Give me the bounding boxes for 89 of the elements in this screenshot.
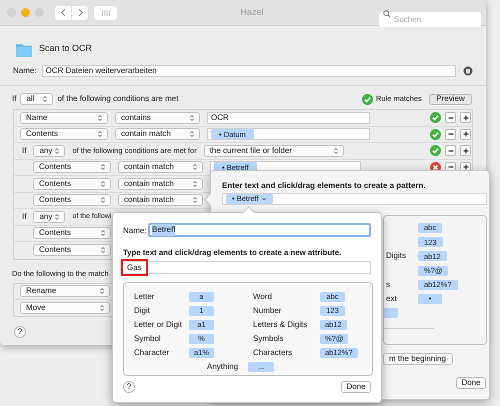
popup-button[interactable]: Move <box>20 302 110 314</box>
done-button[interactable]: Done <box>456 377 486 389</box>
popup-button[interactable]: Name <box>20 112 108 124</box>
element-label: Word <box>253 291 272 303</box>
remove-button[interactable] <box>445 128 456 140</box>
popup-button[interactable]: Contents <box>33 194 111 206</box>
condition-label: If <box>22 144 26 157</box>
remove-button[interactable] <box>445 112 456 124</box>
updown-icon <box>99 196 107 204</box>
action-menu-icon <box>463 66 473 76</box>
popup-button[interactable]: Contents <box>33 161 111 174</box>
element-label: s <box>386 278 390 291</box>
window-title: Hazel <box>239 6 264 19</box>
updown-icon <box>188 114 196 122</box>
updown-icon <box>188 130 196 138</box>
popup-button[interactable]: Contents <box>33 227 111 240</box>
element-label: Letter or Digit <box>134 319 182 331</box>
updown-icon <box>99 163 107 172</box>
element-label: Characters <box>253 347 292 359</box>
updown-icon <box>41 95 50 103</box>
element-label: Character <box>134 347 170 359</box>
popup-button[interactable]: contains <box>115 112 200 124</box>
help-button[interactable]: ? <box>14 326 26 338</box>
updown-icon <box>99 180 107 188</box>
check-icon <box>362 94 373 104</box>
updown-icon <box>98 304 106 312</box>
popup-button[interactable]: Contents <box>33 244 111 256</box>
updown-icon <box>99 246 107 254</box>
pattern-field[interactable]: Gas <box>120 261 371 274</box>
forward-button[interactable] <box>72 6 88 20</box>
element-label: Number <box>253 305 282 317</box>
popup-button[interactable]: m the beginning <box>383 353 453 365</box>
remove-button[interactable] <box>445 145 456 156</box>
popup-button[interactable]: Contents <box>33 178 111 190</box>
element-label: Letters & Digits <box>253 319 308 331</box>
search-field[interactable]: Suchen <box>379 12 481 27</box>
name-field[interactable]: Betreff <box>148 223 371 237</box>
updown-icon <box>332 146 340 155</box>
plus-icon <box>462 146 470 155</box>
updown-icon <box>53 146 62 155</box>
updown-icon <box>96 114 104 122</box>
element-label: Symbols <box>253 333 284 345</box>
search-icon <box>383 10 391 18</box>
updown-icon <box>96 130 104 138</box>
element-label: ext <box>386 293 397 306</box>
name-field[interactable]: OCR Dateien weiterverarbeiten <box>42 64 456 76</box>
popup-button[interactable]: contain match <box>118 194 203 206</box>
updown-icon <box>191 196 199 204</box>
plus-icon <box>462 163 470 172</box>
updown-icon <box>53 212 62 221</box>
add-button[interactable] <box>460 112 471 124</box>
condition-label: If <box>12 93 16 105</box>
updown-icon <box>98 287 106 296</box>
back-button[interactable] <box>55 6 71 20</box>
popup-button[interactable]: any <box>33 210 66 223</box>
popup-button[interactable]: contain match <box>118 161 203 174</box>
condition-label: If <box>22 210 26 223</box>
popup-button[interactable]: Rename <box>20 285 110 298</box>
element-label: Letter <box>134 291 154 303</box>
folder-icon <box>14 41 34 57</box>
updown-icon <box>191 163 199 172</box>
folder-name: Scan to OCR <box>39 42 92 56</box>
preview-button[interactable]: Preview <box>429 94 472 104</box>
popup-button[interactable]: contain match <box>115 128 200 140</box>
done-button[interactable]: Done <box>341 381 371 393</box>
popup-button[interactable]: the current file or folder <box>204 144 344 157</box>
updown-icon <box>191 180 199 188</box>
add-button[interactable] <box>460 145 471 156</box>
plus-icon <box>462 130 470 138</box>
popup-button[interactable]: any <box>33 144 66 157</box>
updown-icon <box>99 229 107 238</box>
instruction-text: Enter text and click/drag elements to create a pattern. <box>222 180 426 192</box>
help-button[interactable]: ? <box>123 381 135 393</box>
condition-label: of the following conditions are met <box>57 93 178 105</box>
element-label: Symbol <box>134 333 161 345</box>
popup-button[interactable]: Contents <box>20 128 108 140</box>
add-button[interactable] <box>460 128 471 140</box>
element-label: Digits <box>386 250 406 262</box>
field-value: OCR <box>211 112 229 124</box>
field-label: Name: <box>13 64 37 76</box>
element-label: Anything <box>207 361 238 373</box>
plus-icon <box>462 114 470 122</box>
chevron-left-icon <box>58 8 68 17</box>
field-label: Name: <box>123 225 147 237</box>
element-label: Digit <box>134 305 150 317</box>
popup-button[interactable]: contain match <box>118 178 203 190</box>
popup-button[interactable]: all <box>20 93 54 105</box>
text-field[interactable]: OCR <box>207 112 370 124</box>
grid-view-button[interactable] <box>94 6 117 20</box>
